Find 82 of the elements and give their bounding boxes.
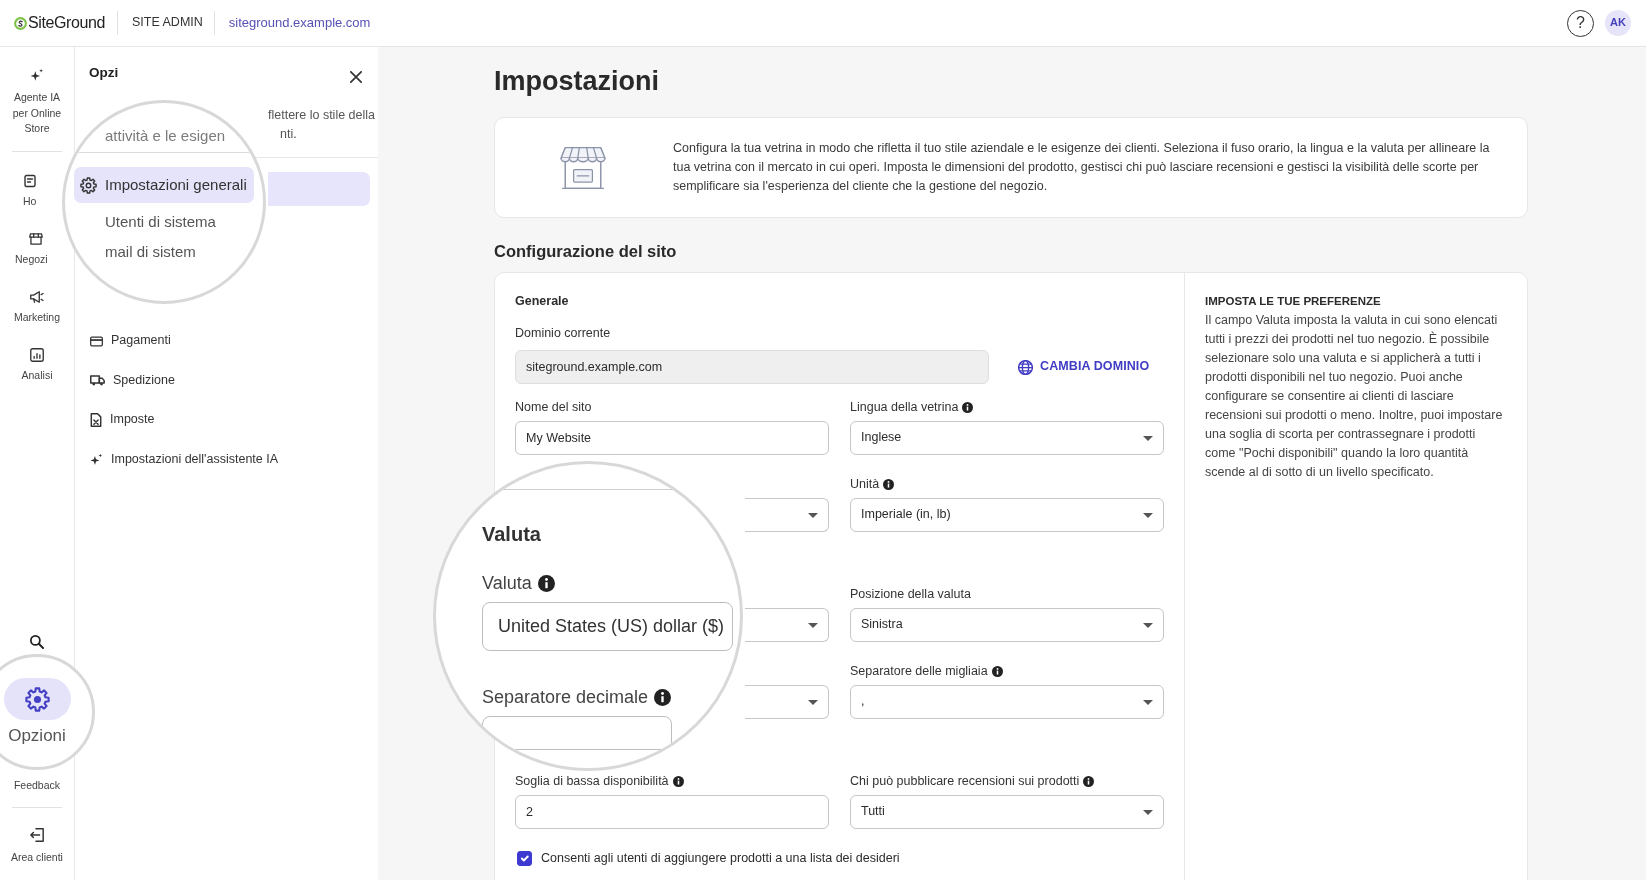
search-icon bbox=[30, 635, 44, 649]
input-field[interactable]: My Website bbox=[515, 421, 829, 455]
caret-icon bbox=[1143, 512, 1153, 518]
panel-title: Opzi bbox=[89, 66, 119, 80]
truck-icon bbox=[90, 375, 105, 387]
select-field[interactable]: Imperiale (in, lb) bbox=[850, 498, 1164, 532]
field-label: Dominio corrente bbox=[515, 325, 611, 341]
select-field[interactable] bbox=[745, 685, 829, 719]
select-field[interactable] bbox=[745, 608, 829, 642]
caret-icon bbox=[808, 699, 818, 705]
input-field[interactable]: 2 bbox=[515, 795, 829, 829]
help-heading: IMPOSTA LE TUE PREFERENZE bbox=[1205, 294, 1382, 309]
menu-item[interactable]: Spedizione bbox=[75, 363, 370, 398]
field-label: Separatore delle migliaia bbox=[850, 663, 988, 679]
logo-icon bbox=[14, 16, 27, 30]
caret-icon bbox=[1143, 622, 1153, 628]
menu-item[interactable]: Imposte bbox=[75, 403, 370, 438]
document-icon bbox=[90, 413, 102, 428]
panel-description: nti. bbox=[280, 126, 297, 144]
caret-icon bbox=[1143, 699, 1153, 705]
select-field[interactable] bbox=[745, 498, 829, 532]
menu-item-highlight[interactable] bbox=[268, 171, 370, 206]
help-text: Il campo Valuta imposta la valuta in cui sono elencati tutti i prezzi dei prodotti nel tuo negozio. È possibile selezionare solo una valuta e si applicherà a tutti i prodotti disponibili nel tuo negozio. Puoi anche configurare se consentire ai clienti di lasciare recensioni sui prodotti o meno. Inoltre, puoi impostare una soglia di scorta per contrassegnare i prodotti come "Pochi disponibili" quando la loro quantità scende al di sotto di un livello specificato. bbox=[1205, 311, 1504, 481]
caret-icon bbox=[808, 622, 818, 628]
checkbox-label: Consenti agli utenti di aggiungere prodotti a una lista dei desideri bbox=[541, 850, 900, 866]
sidebar-item[interactable]: Marketing bbox=[13, 290, 61, 325]
help-button[interactable]: ? bbox=[1567, 9, 1594, 37]
storefront-icon bbox=[560, 145, 606, 190]
logo[interactable]: SiteGround bbox=[14, 13, 105, 33]
field-label: Soglia di bassa disponibilità bbox=[515, 773, 669, 789]
field-label: Lingua della vetrina bbox=[850, 399, 959, 415]
sidebar-item[interactable]: Area clienti bbox=[11, 828, 63, 865]
section-heading: Configurazione del sito bbox=[494, 241, 678, 261]
sidebar-item[interactable]: Feedback bbox=[13, 777, 61, 793]
menu-item[interactable]: Utenti di sistema bbox=[105, 211, 216, 233]
field-label: Nome del sito bbox=[515, 399, 592, 415]
menu-item[interactable]: mail di sistem bbox=[105, 241, 196, 263]
group-heading: Generale bbox=[515, 293, 570, 309]
select-field[interactable]: Inglese bbox=[850, 421, 1164, 455]
select-field[interactable]: , bbox=[850, 685, 1164, 719]
sidebar-item[interactable]: Opzioni bbox=[3, 678, 71, 745]
app-name-label: SITE ADMIN bbox=[131, 15, 203, 31]
sidebar-item[interactable]: Negozi bbox=[15, 232, 48, 267]
menu-item[interactable]: Impostazioni generali bbox=[74, 167, 254, 203]
panel-description: flettere lo stile della bbox=[268, 106, 375, 124]
site-link[interactable]: siteground.example.com bbox=[228, 14, 371, 32]
close-button[interactable] bbox=[350, 71, 362, 83]
sparkle-icon bbox=[90, 453, 103, 467]
field-label: Unità bbox=[850, 476, 880, 492]
sidebar-item[interactable]: Analisi bbox=[21, 348, 53, 383]
chart-icon bbox=[30, 348, 44, 362]
menu-item[interactable]: Impostazioni dell'assistente IA bbox=[75, 442, 370, 477]
section-heading: Valuta bbox=[482, 523, 541, 545]
caret-icon bbox=[1143, 809, 1153, 815]
sidebar-item[interactable]: Agente IA per Online Store bbox=[8, 68, 66, 137]
select-field[interactable]: Sinistra bbox=[850, 608, 1164, 642]
field-label: Posizione della valuta bbox=[850, 586, 971, 602]
caret-icon bbox=[808, 512, 818, 518]
globe-icon bbox=[1018, 359, 1033, 375]
select-field[interactable]: United States (US) dollar ($) bbox=[482, 602, 733, 651]
field-label: Chi può pubblicare recensioni sui prodotti bbox=[850, 773, 1080, 789]
document-icon bbox=[24, 174, 36, 188]
gear-icon bbox=[80, 176, 97, 194]
credit-card-icon bbox=[90, 335, 103, 347]
megaphone-icon bbox=[30, 290, 44, 304]
caret-icon bbox=[1143, 435, 1153, 441]
page-title: Impostazioni bbox=[494, 66, 660, 96]
sidebar-item[interactable]: Ho bbox=[23, 174, 37, 209]
avatar-button[interactable]: AK bbox=[1605, 10, 1631, 36]
store-icon bbox=[29, 232, 43, 246]
select-field[interactable]: Tutti bbox=[850, 795, 1164, 829]
menu-item[interactable]: Pagamenti bbox=[75, 324, 370, 359]
panel-description: attività e le esigen bbox=[105, 127, 226, 144]
sparkle-icon bbox=[30, 68, 44, 82]
close-icon bbox=[350, 71, 362, 83]
gear-icon bbox=[24, 686, 50, 712]
intro-text: Configura la tua vetrina in modo che rifletta il tuo stile aziendale e le esigenze dei clienti. Seleziona il fuso orario, la lingua e la valuta per allineare la tua vetrina con il mercato in cui operi. Imposta le dimensioni del prodotto, gestisci chi può lasciare recensioni e gestisci la visibilità delle scorte per semplificare sia l'esperienza del cliente che la gestione del negozio. bbox=[673, 140, 1491, 195]
field-label: Separatore decimale bbox=[482, 687, 649, 707]
input-field[interactable] bbox=[482, 716, 672, 750]
field-label: Valuta bbox=[482, 573, 532, 593]
exit-icon bbox=[30, 828, 44, 842]
checkbox[interactable] bbox=[517, 850, 532, 866]
